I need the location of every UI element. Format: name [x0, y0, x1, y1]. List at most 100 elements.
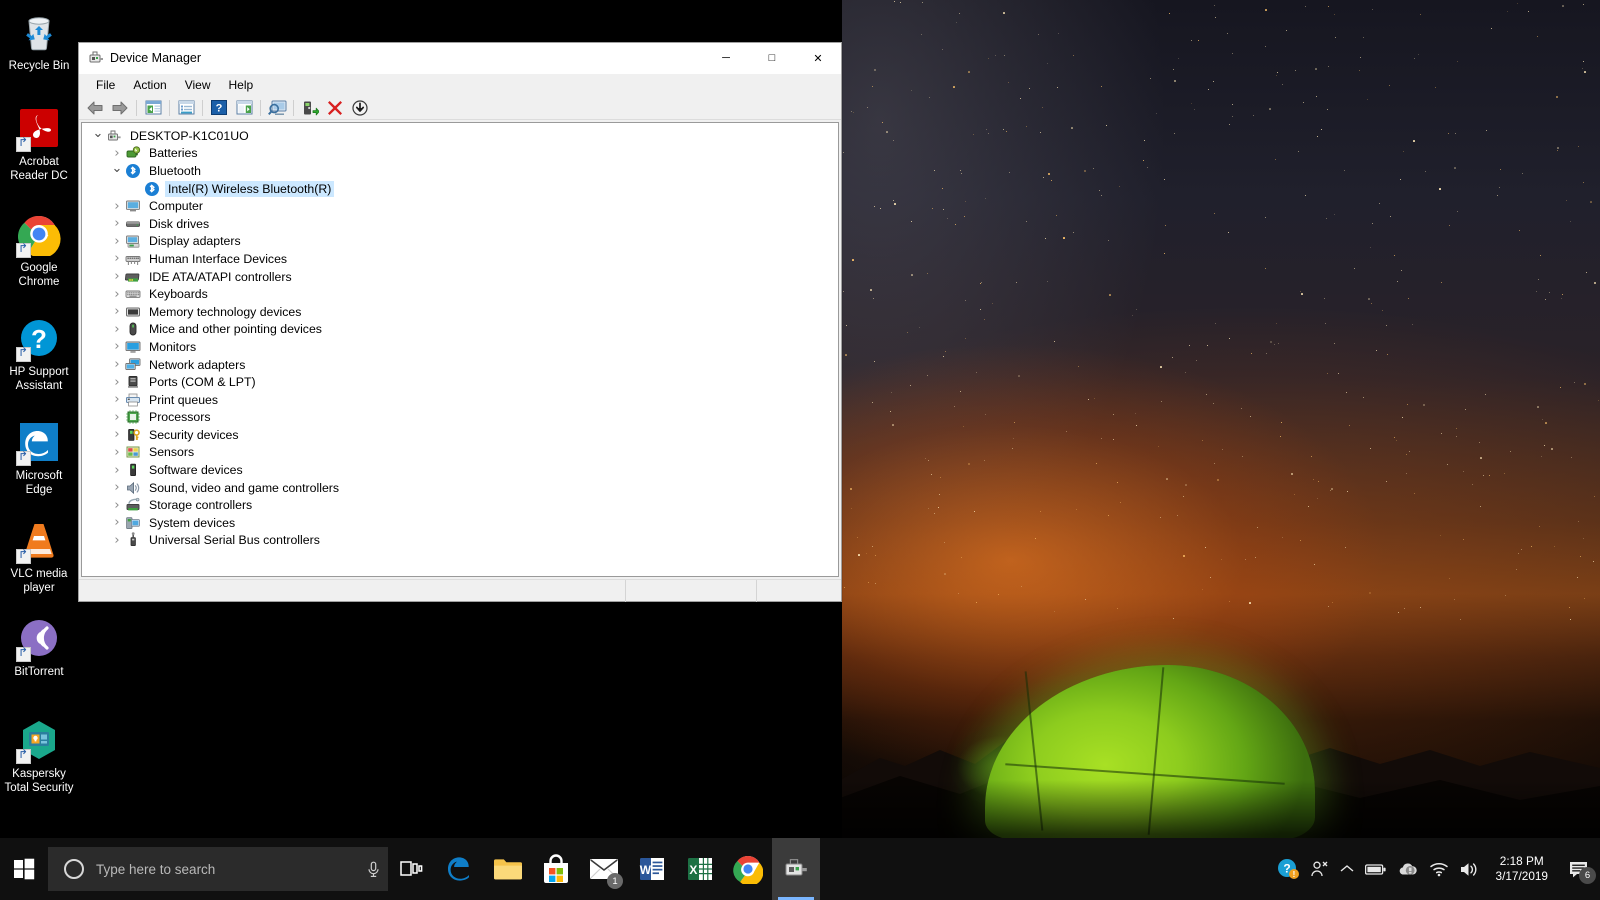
desktop-icon-microsoft-edge[interactable]: Microsoft Edge — [0, 414, 78, 505]
chevron-right-icon[interactable]: › — [109, 286, 125, 302]
tree-item-memory-technology-devices[interactable]: ›Memory technology devices — [82, 303, 838, 321]
desktop-icon-hp-support-assistant[interactable]: ?HP Support Assistant — [0, 310, 78, 401]
chevron-down-icon[interactable]: ⌄ — [90, 126, 106, 142]
chevron-right-icon[interactable]: › — [109, 497, 125, 513]
chevron-right-icon[interactable]: › — [109, 269, 125, 285]
chevron-right-icon[interactable]: › — [109, 357, 125, 373]
chevron-right-icon[interactable]: › — [109, 304, 125, 320]
wifi-icon[interactable] — [1424, 838, 1454, 900]
tree-item-disk-drives[interactable]: ›Disk drives — [82, 215, 838, 233]
tree-item-mice-and-other-pointing-devices[interactable]: ›Mice and other pointing devices — [82, 321, 838, 339]
taskbar-microsoft-edge[interactable] — [436, 838, 484, 900]
tree-item-sensors[interactable]: ›Sensors — [82, 444, 838, 462]
battery-tray-icon[interactable] — [1360, 838, 1392, 900]
microphone-icon[interactable] — [358, 861, 388, 878]
desktop-icon-google-chrome[interactable]: Google Chrome — [0, 206, 78, 297]
tree-item-security-devices[interactable]: ›Security devices — [82, 426, 838, 444]
menu-file[interactable]: File — [87, 76, 124, 94]
menu-action[interactable]: Action — [124, 76, 175, 94]
chevron-up-icon[interactable] — [1334, 838, 1360, 900]
tree-item-bluetooth[interactable]: ⌄Bluetooth — [82, 162, 838, 180]
chevron-down-icon[interactable]: ⌄ — [109, 161, 125, 177]
computer-root-icon — [106, 128, 122, 144]
window-titlebar[interactable]: Device Manager ─ □ ✕ — [79, 43, 841, 74]
tree-item-display-adapters[interactable]: ›Display adapters — [82, 233, 838, 251]
tree-item-keyboards[interactable]: ›Keyboards — [82, 285, 838, 303]
help-circle-warning-icon[interactable]: ? ! — [1272, 838, 1304, 900]
tree-item-ports-com-lpt[interactable]: ›Ports (COM & LPT) — [82, 373, 838, 391]
taskbar-microsoft-excel[interactable]: X — [676, 838, 724, 900]
maximize-button[interactable]: □ — [749, 43, 795, 74]
chevron-right-icon[interactable]: › — [109, 251, 125, 267]
chevron-right-icon[interactable]: › — [109, 339, 125, 355]
desktop-icon-kaspersky-total-security[interactable]: Kaspersky Total Security — [0, 712, 78, 803]
minimize-button[interactable]: ─ — [703, 43, 749, 74]
show-hide-console-tree[interactable] — [141, 97, 165, 119]
taskbar-mail[interactable]: 1 — [580, 838, 628, 900]
tree-item-ide-ata-atapi-controllers[interactable]: ›IDE ATA/ATAPI controllers — [82, 268, 838, 286]
desktop-icon-recycle-bin[interactable]: Recycle Bin — [0, 4, 78, 82]
chevron-right-icon[interactable]: › — [109, 409, 125, 425]
chevron-right-icon[interactable]: › — [109, 216, 125, 232]
taskbar-google-chrome[interactable] — [724, 838, 772, 900]
forward-button[interactable] — [108, 97, 132, 119]
tree-item-universal-serial-bus-controllers[interactable]: ›Universal Serial Bus controllers — [82, 532, 838, 550]
chevron-right-icon[interactable]: › — [109, 480, 125, 496]
chevron-right-icon[interactable]: › — [109, 392, 125, 408]
chevron-right-icon[interactable]: › — [109, 321, 125, 337]
tree-item-monitors[interactable]: ›Monitors — [82, 338, 838, 356]
update-driver-button[interactable] — [298, 97, 322, 119]
tree-item-human-interface-devices[interactable]: ›Human Interface Devices — [82, 250, 838, 268]
tree-item-batteries[interactable]: ›Batteries — [82, 145, 838, 163]
taskbar-microsoft-store[interactable] — [532, 838, 580, 900]
tree-item-storage-controllers[interactable]: ›Storage controllers — [82, 496, 838, 514]
tree-item-intel-r-wireless-bluetooth-r[interactable]: Intel(R) Wireless Bluetooth(R) — [82, 180, 838, 198]
chevron-right-icon[interactable]: › — [109, 532, 125, 548]
start-button[interactable] — [0, 838, 48, 900]
device-manager-window[interactable]: Device Manager ─ □ ✕ FileActionViewHelp … — [78, 42, 842, 602]
desktop-icon-bittorrent[interactable]: BitTorrent — [0, 610, 78, 688]
back-button[interactable] — [83, 97, 107, 119]
action-center-button[interactable]: 6 — [1560, 838, 1600, 900]
tree-item-computer[interactable]: ›Computer — [82, 197, 838, 215]
chevron-right-icon[interactable]: › — [109, 515, 125, 531]
chevron-right-icon[interactable]: › — [109, 198, 125, 214]
taskbar-task-view[interactable] — [388, 838, 436, 900]
onedrive-cloud-icon[interactable] — [1392, 838, 1424, 900]
menu-view[interactable]: View — [176, 76, 220, 94]
search-input[interactable]: Type here to search — [96, 862, 358, 877]
tree-item-processors[interactable]: ›Processors — [82, 409, 838, 427]
close-button[interactable]: ✕ — [795, 43, 841, 74]
taskbar-clock[interactable]: 2:18 PM 3/17/2019 — [1486, 838, 1560, 900]
tree-item-software-devices[interactable]: ›Software devices — [82, 461, 838, 479]
search-box[interactable]: Type here to search — [48, 847, 388, 891]
disable-device[interactable] — [348, 97, 372, 119]
chevron-right-icon[interactable]: › — [109, 233, 125, 249]
taskbar-file-explorer[interactable] — [484, 838, 532, 900]
device-tree-pane[interactable]: ⌄DESKTOP-K1C01UO›Batteries⌄BluetoothInte… — [81, 122, 839, 577]
menu-help[interactable]: Help — [220, 76, 263, 94]
uninstall-device[interactable] — [323, 97, 347, 119]
show-hide-action-pane[interactable] — [232, 97, 256, 119]
chevron-right-icon[interactable]: › — [109, 427, 125, 443]
desktop-icon-vlc-media-player[interactable]: VLC media player — [0, 512, 78, 603]
help-button[interactable]: ? — [207, 97, 231, 119]
scan-hardware-changes[interactable] — [265, 97, 289, 119]
chevron-right-icon[interactable]: › — [109, 374, 125, 390]
tree-item-sound-video-and-game-controllers[interactable]: ›Sound, video and game controllers — [82, 479, 838, 497]
people-icon[interactable] — [1304, 838, 1334, 900]
desktop-icon-acrobat-reader-dc[interactable]: Acrobat Reader DC — [0, 100, 78, 191]
chevron-right-icon[interactable]: › — [109, 145, 125, 161]
tree-item-system-devices[interactable]: ›System devices — [82, 514, 838, 532]
chevron-right-icon[interactable]: › — [109, 444, 125, 460]
speaker-icon[interactable] — [1454, 838, 1486, 900]
tree-item-desktop-k1c01uo[interactable]: ⌄DESKTOP-K1C01UO — [82, 127, 838, 145]
taskbar[interactable]: Type here to search 1WX ? ! — [0, 838, 1600, 900]
task-view-icon — [400, 859, 424, 879]
tree-item-print-queues[interactable]: ›Print queues — [82, 391, 838, 409]
tree-item-network-adapters[interactable]: ›Network adapters — [82, 356, 838, 374]
taskbar-device-manager[interactable] — [772, 838, 820, 900]
properties-button[interactable] — [174, 97, 198, 119]
chevron-right-icon[interactable]: › — [109, 462, 125, 478]
taskbar-microsoft-word[interactable]: W — [628, 838, 676, 900]
